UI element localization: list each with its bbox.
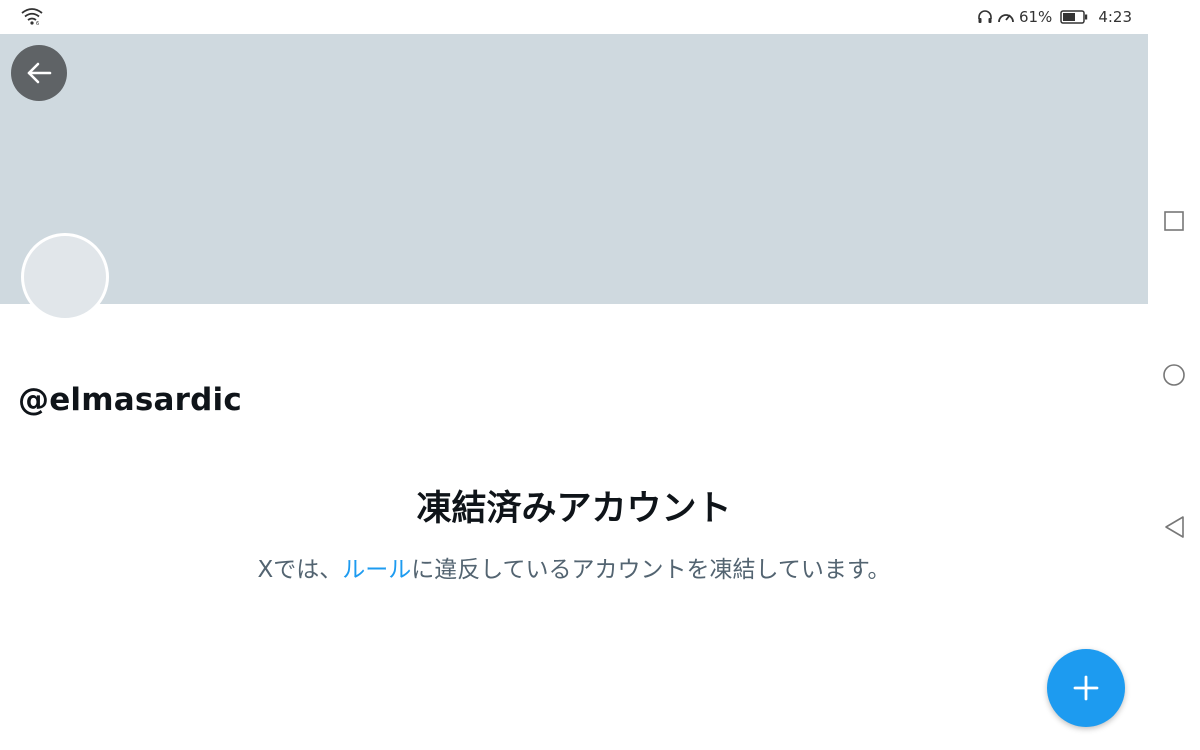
suspended-description: Xでは、ルールに違反しているアカウントを凍結しています。 [0,550,1148,584]
profile-screen: 6 61% 4:23 @elmasardic 凍結済みアカウント Xでは、ルール… [0,0,1200,750]
back-button[interactable] [11,45,67,101]
headset-icon [977,9,993,25]
avatar[interactable] [21,233,109,321]
description-prefix: Xでは、 [257,557,343,583]
speedometer-icon [997,9,1015,25]
home-circle-icon [1163,364,1185,386]
battery-icon [1060,10,1088,24]
profile-handle: @elmasardic [18,382,242,418]
status-bar: 6 61% 4:23 [0,0,1148,34]
arrow-left-icon [27,62,52,84]
recents-square-icon [1164,211,1184,231]
rules-link[interactable]: ルール [342,557,411,583]
system-back-button[interactable] [1162,515,1186,539]
wifi-icon: 6 [20,6,44,28]
recents-button[interactable] [1162,209,1186,233]
plus-icon [1073,675,1099,701]
description-suffix: に違反しているアカウントを凍結しています。 [411,557,891,583]
home-button[interactable] [1162,363,1186,387]
back-triangle-icon [1165,516,1184,538]
system-nav-bar [1148,0,1200,750]
svg-text:6: 6 [36,21,39,26]
status-right: 61% 4:23 [977,0,1132,34]
battery-percent: 61% [1018,8,1053,26]
suspended-title: 凍結済みアカウント [416,489,732,529]
profile-banner [0,34,1148,304]
compose-fab-button[interactable] [1047,649,1125,727]
clock-time: 4:23 [1098,8,1132,26]
